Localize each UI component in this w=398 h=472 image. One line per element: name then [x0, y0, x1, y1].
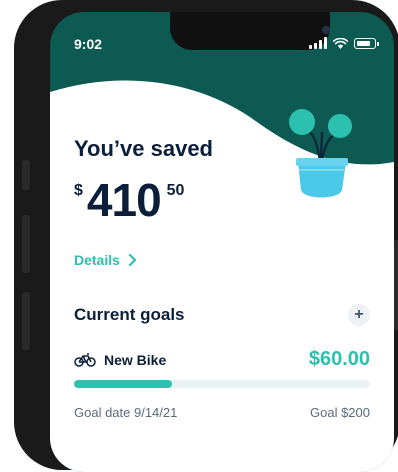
currency-symbol: $ — [74, 182, 83, 199]
battery-icon — [354, 37, 379, 49]
phone-screen: 9:02 You’ve saved $ 410 50 Details Curre… — [50, 12, 394, 472]
notch — [170, 12, 330, 50]
goal-meta: Goal date 9/14/21 Goal $200 — [74, 405, 370, 420]
saved-title: You’ve saved — [74, 136, 213, 161]
signal-icon — [309, 37, 327, 49]
chevron-right-icon — [128, 254, 136, 266]
plant-icon — [289, 109, 352, 198]
goal-target: Goal $200 — [310, 405, 370, 420]
status-time: 9:02 — [74, 36, 103, 52]
goal-name: New Bike — [104, 351, 167, 368]
goals-title: Current goals — [74, 305, 185, 324]
amount-cents: 50 — [166, 182, 185, 199]
side-button-mute — [22, 160, 30, 190]
status-icons — [309, 37, 379, 49]
goal-progress-bar — [74, 380, 370, 388]
goal-name-wrap: New Bike — [74, 352, 166, 368]
bike-icon — [74, 352, 96, 367]
saved-amount: $ 410 50 — [74, 176, 184, 224]
goal-date: Goal date 9/14/21 — [74, 405, 178, 420]
add-goal-button[interactable]: + — [348, 304, 370, 326]
camera-icon — [322, 26, 330, 34]
goal-progress-fill — [74, 380, 172, 388]
wifi-icon — [333, 37, 348, 49]
goal-saved-amount: $60.00 — [308, 348, 370, 370]
header-wave-background — [50, 80, 394, 472]
amount-dollars: 410 — [86, 174, 162, 226]
phone-frame: 9:02 You’ve saved $ 410 50 Details Curre… — [14, 0, 398, 472]
details-link[interactable]: Details — [74, 252, 136, 268]
goals-header: Current goals + — [74, 304, 370, 326]
side-button-volume-up — [22, 215, 30, 273]
side-button-volume-down — [22, 292, 30, 350]
details-label: Details — [74, 252, 120, 268]
goal-row[interactable]: New Bike $60.00 — [74, 348, 370, 371]
